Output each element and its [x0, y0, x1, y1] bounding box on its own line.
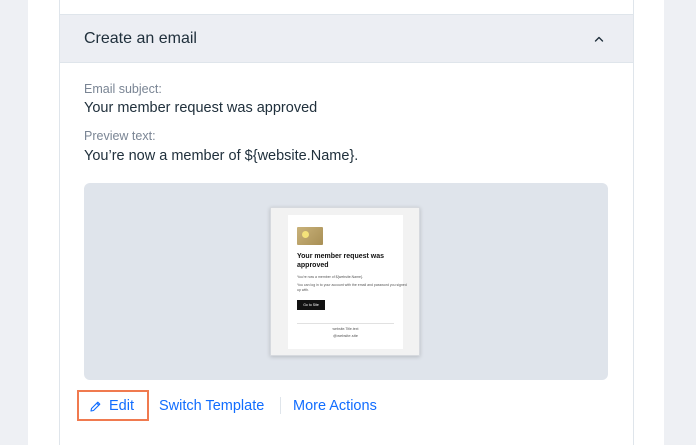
email-thumbnail-body: Your member request was approved You're … [288, 215, 407, 349]
thumbnail-line: up with. [297, 288, 310, 292]
email-panel: Create an email Email subject: Your memb… [59, 0, 634, 445]
thumbnail-title: Your member request was approved [297, 253, 385, 269]
preview-text-label: Preview text: [84, 129, 156, 143]
logo-icon [297, 227, 323, 245]
thumbnail-line: You can log in to your account with the … [297, 283, 407, 287]
thumbnail-footer-title: website.Title.text [332, 327, 359, 331]
thumbnail-line: You're now a member of ${website.Name}. [297, 275, 364, 279]
edit-label: Edit [109, 398, 134, 414]
action-bar: Edit Switch Template More Actions [60, 390, 633, 424]
email-subject-label: Email subject: [84, 82, 162, 96]
divider [280, 397, 281, 414]
switch-template-button[interactable]: Switch Template [159, 398, 264, 414]
edit-button[interactable]: Edit [77, 390, 149, 421]
section-header[interactable]: Create an email [60, 15, 633, 63]
logo-mark [302, 231, 309, 238]
email-subject-value: Your member request was approved [84, 100, 318, 116]
chevron-up-icon[interactable] [591, 31, 607, 47]
thumbnail-footer-site: @website.site [333, 333, 358, 338]
more-actions-button[interactable]: More Actions [293, 398, 377, 414]
section-title: Create an email [84, 30, 197, 47]
preview-text-value: You’re now a member of ${website.Name}. [84, 148, 359, 164]
email-preview-area: Your member request was approved You're … [84, 183, 608, 380]
email-thumbnail: Your member request was approved You're … [270, 207, 420, 356]
thumbnail-divider [297, 323, 394, 324]
pencil-icon [89, 400, 102, 413]
thumbnail-button: Go to Site [297, 300, 325, 310]
